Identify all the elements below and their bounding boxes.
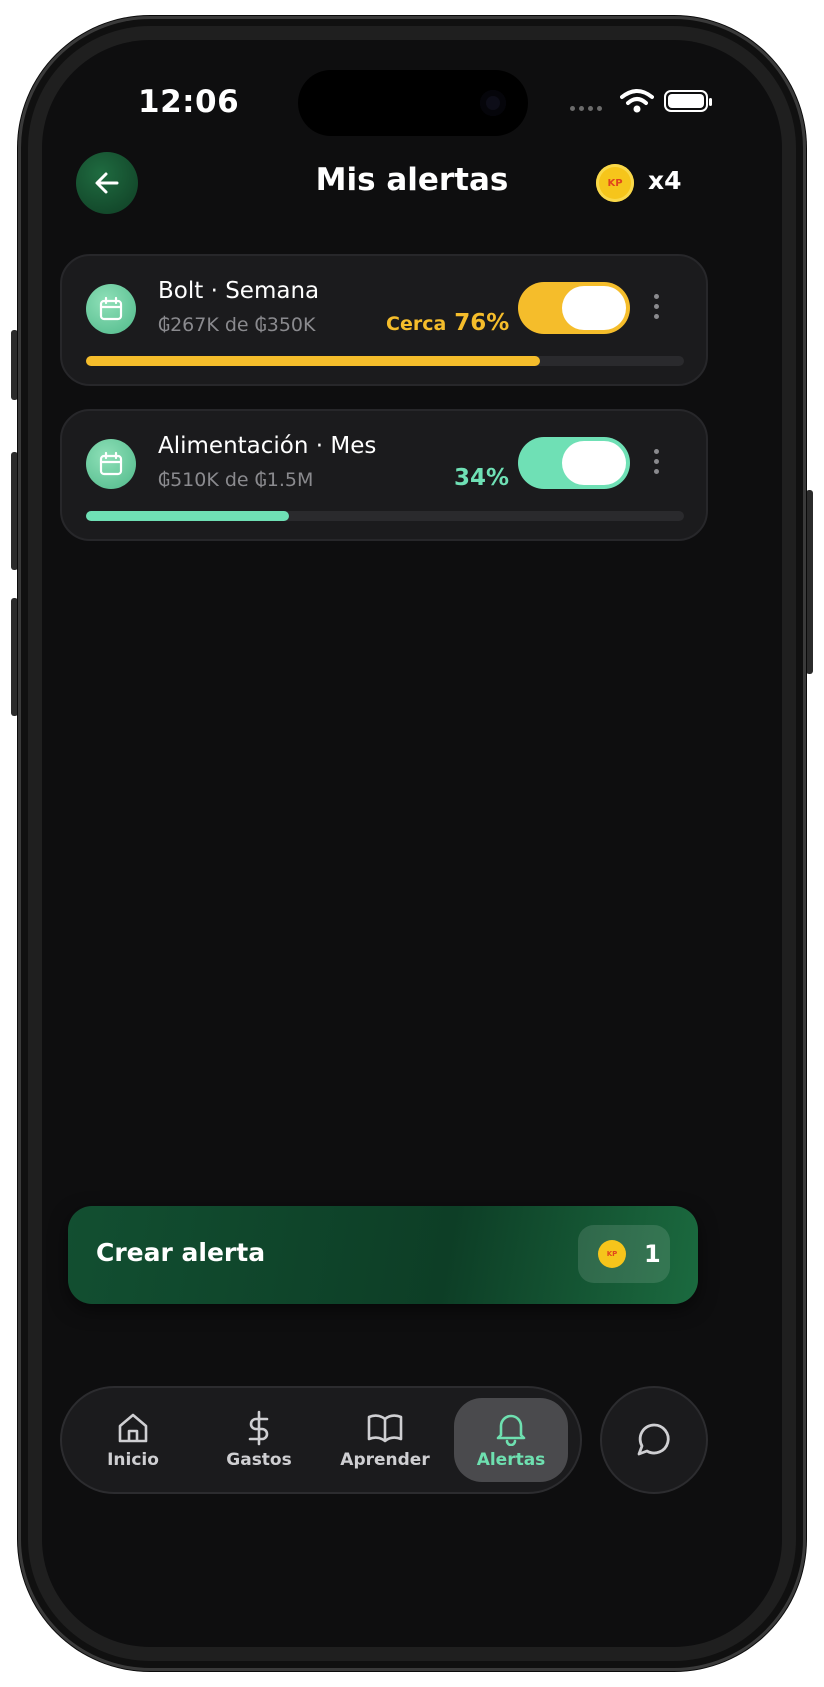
dollar-icon: [248, 1410, 269, 1446]
cost-value: 1: [644, 1240, 661, 1268]
alert-percent: 34%: [454, 465, 510, 491]
more-options-icon[interactable]: [654, 294, 659, 319]
power-button: [806, 490, 813, 674]
progress-track: [86, 511, 684, 521]
alert-amount: ₲267K de ₲350K: [158, 314, 316, 336]
alert-status-label: Cerca: [386, 313, 447, 335]
signal-icon: [570, 106, 602, 111]
more-options-icon[interactable]: [654, 449, 659, 474]
nav-label: Alertas: [476, 1450, 546, 1470]
nav-label: Inicio: [107, 1450, 159, 1470]
coin-label: KP: [607, 177, 623, 189]
bell-icon: [496, 1414, 526, 1446]
progress-fill: [86, 356, 541, 366]
alert-status: Cerca 76%: [386, 310, 509, 336]
alert-amount: ₲510K de ₲1.5M: [158, 469, 314, 491]
action-button: [11, 330, 18, 400]
nav-item-gastos[interactable]: Gastos: [202, 1398, 316, 1482]
alert-toggle[interactable]: [518, 282, 630, 334]
battery-icon: [664, 90, 712, 112]
camera-icon: [480, 90, 506, 116]
alert-card[interactable]: Alimentación · Mes ₲510K de ₲1.5M 34%: [60, 409, 708, 541]
progress-track: [86, 356, 684, 366]
volume-down-button: [11, 598, 18, 716]
calendar-icon: [86, 439, 136, 489]
chat-button[interactable]: [600, 1386, 708, 1494]
nav-label: Gastos: [226, 1450, 292, 1470]
dynamic-island: [298, 70, 528, 136]
bottom-nav: Inicio Gastos Aprender Alertas: [60, 1386, 582, 1494]
app-screen: 12:06 Mis alertas KP x4 Bolt · Semana ₲2…: [42, 40, 782, 1647]
nav-item-aprender[interactable]: Aprender: [328, 1398, 442, 1482]
progress-fill: [86, 511, 290, 521]
alert-card[interactable]: Bolt · Semana ₲267K de ₲350K Cerca 76%: [60, 254, 708, 386]
create-alert-label: Crear alerta: [96, 1238, 266, 1267]
book-icon: [367, 1414, 403, 1443]
kp-coin-icon: KP: [598, 1240, 626, 1268]
nav-item-alertas[interactable]: Alertas: [454, 1398, 568, 1482]
nav-item-inicio[interactable]: Inicio: [76, 1398, 190, 1482]
kp-coin-icon: KP: [596, 164, 634, 202]
coin-count: x4: [648, 166, 682, 195]
coin-label: KP: [606, 1250, 618, 1258]
nav-label: Aprender: [340, 1450, 430, 1470]
toggle-knob: [562, 286, 626, 330]
alert-toggle[interactable]: [518, 437, 630, 489]
alert-status: 34%: [446, 465, 509, 491]
cost-pill: KP 1: [578, 1225, 670, 1283]
volume-up-button: [11, 452, 18, 570]
wifi-icon: [620, 89, 654, 113]
calendar-icon: [86, 284, 136, 334]
alert-percent: 76%: [454, 310, 510, 336]
create-alert-button[interactable]: Crear alerta KP 1: [68, 1206, 698, 1304]
device: 12:06 Mis alertas KP x4 Bolt · Semana ₲2…: [0, 0, 824, 1687]
alert-title: Bolt · Semana: [158, 278, 320, 304]
chat-icon: [637, 1423, 670, 1456]
status-time: 12:06: [138, 84, 240, 120]
alert-title: Alimentación · Mes: [158, 433, 377, 459]
home-icon: [118, 1413, 148, 1443]
toggle-knob: [562, 441, 626, 485]
